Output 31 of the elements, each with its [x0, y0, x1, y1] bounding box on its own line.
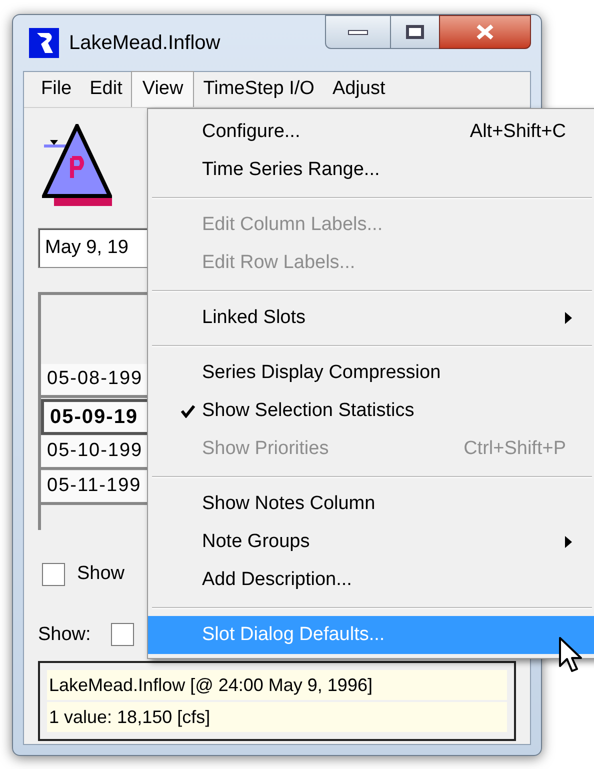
menu-item[interactable]: Time Series Range...	[148, 151, 594, 189]
checkbox-label: Show	[77, 562, 125, 586]
menu-bar-item[interactable]: View	[131, 71, 194, 107]
menu-item[interactable]: Show Notes Column	[148, 485, 594, 523]
menu-item[interactable]: Add Description...	[148, 561, 594, 599]
menu-bar-item[interactable]: Edit	[80, 71, 132, 107]
checkbox[interactable]	[42, 562, 65, 586]
status-text: LakeMead.Inflow [@ 24:00 May 9, 1996]	[47, 670, 507, 700]
close-icon	[475, 24, 495, 40]
window-title: LakeMead.Inflow	[69, 31, 220, 56]
minimize-button[interactable]	[325, 15, 391, 49]
shortcut-text: Ctrl+Shift+P	[464, 436, 566, 461]
menu-bar-item[interactable]: TimeStep I/O	[194, 71, 324, 107]
menu-item[interactable]: Show Selection Statistics	[148, 392, 594, 430]
menu-item[interactable]: Configure... Alt+Shift+C	[148, 113, 594, 151]
menu-bar-item[interactable]: Adjust	[323, 71, 394, 107]
mouse-cursor-icon	[559, 637, 583, 675]
status-text: 1 value: 18,150 [cfs]	[47, 702, 507, 732]
menu-bar-item[interactable]: File	[32, 71, 81, 107]
submenu-arrow-icon	[565, 312, 572, 324]
menu-item[interactable]: Series Display Compression	[148, 354, 594, 392]
menu-item[interactable]: Note Groups	[148, 523, 594, 561]
submenu-arrow-icon	[565, 536, 572, 548]
close-button[interactable]	[439, 15, 531, 49]
app-logo-icon	[29, 28, 59, 58]
show-label: Show:	[38, 622, 91, 646]
maximize-button[interactable]	[391, 15, 439, 49]
menu-item[interactable]: Linked Slots	[148, 299, 594, 337]
shortcut-text: Alt+Shift+C	[470, 120, 566, 144]
checkmark-icon	[181, 404, 195, 418]
checkbox[interactable]	[110, 623, 134, 646]
